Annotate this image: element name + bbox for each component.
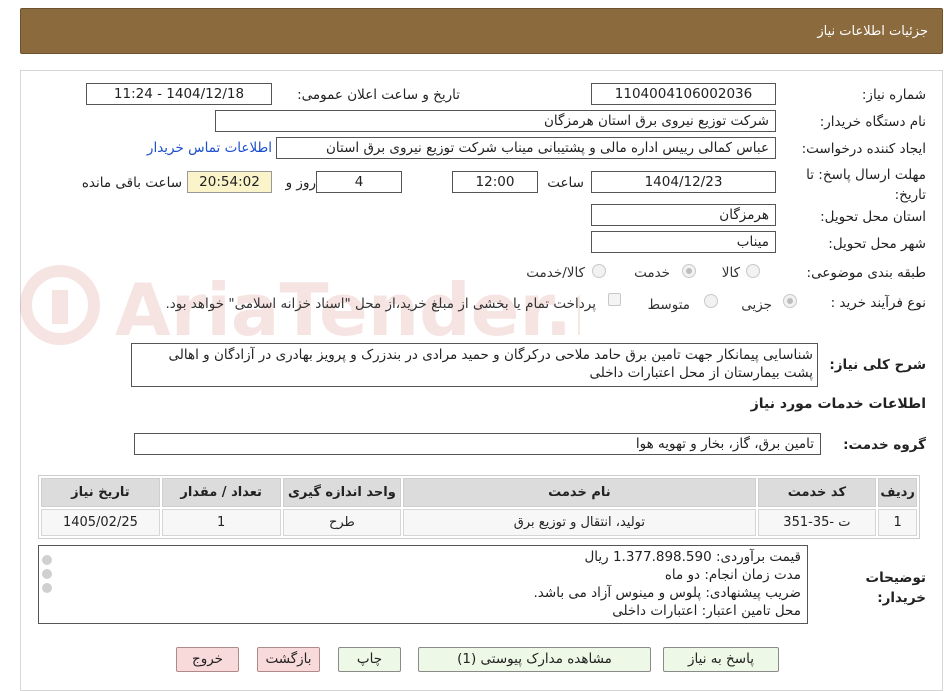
process-option-minor: جزیی [741, 297, 772, 313]
category-option-service: خدمت [634, 265, 670, 281]
service-group-label: گروه خدمت: [843, 437, 926, 453]
remaining-time-label: ساعت باقی مانده [81, 175, 182, 191]
description-label: شرح کلی نیاز: [829, 357, 926, 373]
cell-name: تولید، انتقال و توزیع برق [403, 509, 756, 536]
requester-label: ایجاد کننده درخواست: [801, 141, 926, 157]
treasury-note: پرداخت تمام یا بخشی از مبلغ خرید،از محل … [165, 296, 596, 312]
cell-unit: طرح [282, 509, 402, 536]
remaining-time-field: 20:54:02 [187, 171, 272, 193]
deadline-label: مهلت ارسال پاسخ: تا تاریخ: [806, 167, 926, 203]
province-field: هرمزگان [591, 204, 776, 226]
treasury-checkbox[interactable] [608, 293, 621, 306]
buyer-field: شرکت توزیع نیروی برق استان هرمزگان [215, 110, 776, 132]
table-header-row: ردیف کد خدمت نام خدمت واحد اندازه گیری ت… [41, 478, 917, 507]
process-label: نوع فرآیند خرید : [830, 295, 926, 311]
days-label: روز و [285, 175, 316, 191]
remaining-days-field: 4 [316, 171, 402, 193]
cell-quantity: 1 [161, 509, 281, 536]
description-field: شناسایی پیمانکار جهت تامین برق حامد ملاح… [131, 343, 818, 387]
buyer-contact-link[interactable]: اطلاعات تماس خریدار [147, 140, 272, 156]
need-number-label: شماره نیاز: [861, 87, 926, 103]
deadline-time-field: 12:00 [452, 171, 538, 193]
scroll-dot-icon [42, 569, 52, 579]
province-label: استان محل تحویل: [820, 209, 926, 225]
services-table-wrapper: ردیف کد خدمت نام خدمت واحد اندازه گیری ت… [38, 475, 920, 539]
notes-line-price: قیمت برآوردی: 1.377.898.590 ریال [584, 549, 801, 565]
col-date: تاریخ نیاز [41, 478, 160, 507]
city-label: شهر محل تحویل: [828, 236, 926, 252]
process-radio-medium[interactable] [704, 294, 718, 308]
announce-date-field: 1404/12/18 - 11:24 [86, 83, 272, 105]
category-label: طبقه بندی موضوعی: [806, 265, 926, 281]
requester-field: عباس کمالی رییس اداره مالی و پشتیبانی می… [276, 137, 776, 159]
col-name: نام خدمت [403, 478, 756, 507]
col-quantity: تعداد / مقدار [161, 478, 281, 507]
buyer-notes-label: توضیحات خریدار: [865, 570, 926, 606]
category-radio-goods[interactable] [746, 264, 760, 278]
col-code: کد خدمت [757, 478, 877, 507]
category-radio-goods-service[interactable] [592, 264, 606, 278]
service-group-field: تامین برق، گاز، بخار و تهویه هوا [134, 433, 821, 455]
exit-button[interactable]: خروج [176, 647, 239, 672]
category-option-goods-service: کالا/خدمت [526, 265, 585, 281]
col-row: ردیف [878, 478, 917, 507]
notes-line-funding: محل تامین اعتبار: اعتبارات داخلی [612, 603, 801, 619]
category-option-goods: کالا [721, 265, 740, 281]
process-radio-minor[interactable] [783, 294, 797, 308]
services-table: ردیف کد خدمت نام خدمت واحد اندازه گیری ت… [39, 476, 919, 538]
city-field: میناب [591, 231, 776, 253]
buyer-label: نام دستگاه خریدار: [819, 114, 926, 130]
notes-line-duration: مدت زمان انجام: دو ماه [664, 567, 801, 583]
attachments-button[interactable]: مشاهده مدارک پیوستی (1) [418, 647, 651, 672]
category-radio-service[interactable] [682, 264, 696, 278]
notes-line-coefficient: ضریب پیشنهادی: پلوس و مینوس آزاد می باشد… [533, 585, 801, 601]
back-button[interactable]: بازگشت [257, 647, 320, 672]
announce-date-label: تاریخ و ساعت اعلان عمومی: [297, 87, 460, 103]
buyer-notes-field[interactable]: قیمت برآوردی: 1.377.898.590 ریال مدت زما… [38, 545, 808, 624]
cell-date: 1405/02/25 [41, 509, 160, 536]
deadline-time-label: ساعت [547, 175, 584, 191]
process-option-medium: متوسط [647, 297, 690, 313]
page-title: جزئیات اطلاعات نیاز [817, 24, 928, 39]
notes-scrollbar[interactable] [42, 551, 54, 611]
reply-button[interactable]: پاسخ به نیاز [663, 647, 779, 672]
print-button[interactable]: چاپ [338, 647, 401, 672]
cell-code: ت -35-351 [757, 509, 877, 536]
deadline-date-field: 1404/12/23 [591, 171, 776, 193]
scroll-dot-icon [42, 555, 52, 565]
page-header: جزئیات اطلاعات نیاز [20, 8, 943, 54]
scroll-dot-icon [42, 583, 52, 593]
services-section-title: اطلاعات خدمات مورد نیاز [750, 396, 926, 412]
table-row: 1 ت -35-351 تولید، انتقال و توزیع برق طر… [41, 509, 917, 536]
cell-row: 1 [878, 509, 917, 536]
col-unit: واحد اندازه گیری [282, 478, 402, 507]
need-number-field: 1104004106002036 [591, 83, 776, 105]
